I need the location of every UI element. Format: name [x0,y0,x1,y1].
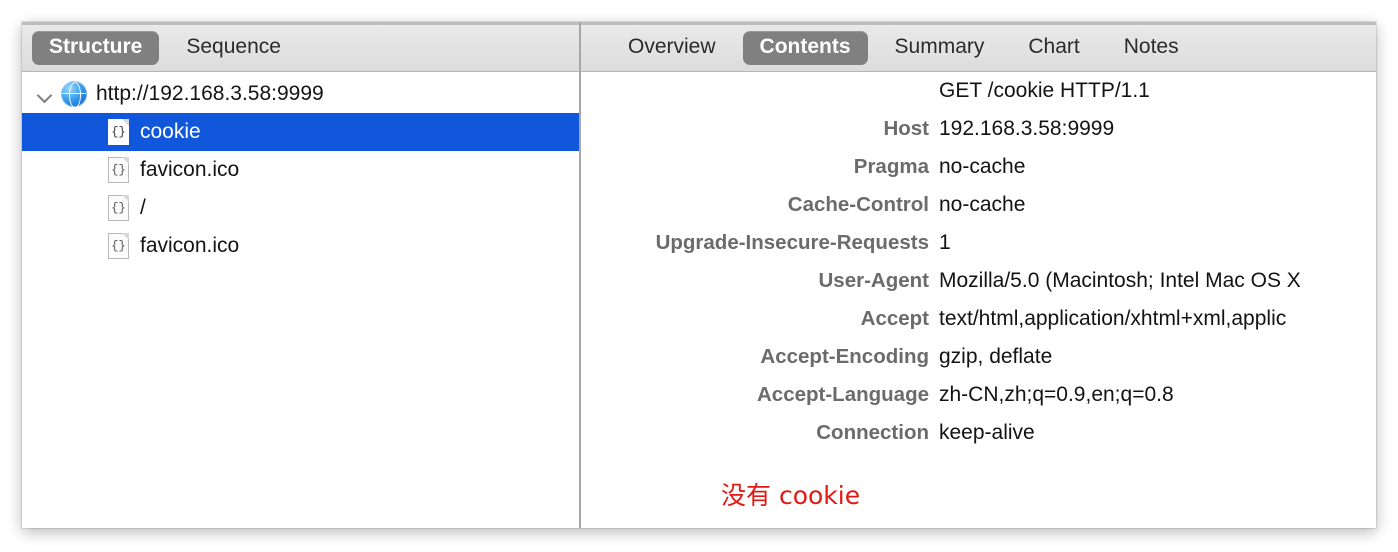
header-value: keep-alive [939,421,1035,445]
tree-item-root[interactable]: {} / [22,189,579,227]
tree-item-label: / [140,196,146,220]
json-document-icon: {} [108,157,129,183]
header-name: User-Agent [581,269,939,293]
tree-item-host[interactable]: http://192.168.3.58:9999 [22,75,579,113]
header-name: Pragma [581,155,939,179]
header-row-accept-encoding: Accept-Encoding gzip, deflate [581,338,1376,376]
header-value: zh-CN,zh;q=0.9,en;q=0.8 [939,383,1174,407]
header-value: Mozilla/5.0 (Macintosh; Intel Mac OS X [939,269,1301,293]
left-tab-bar: Structure Sequence [22,22,579,72]
header-name: Upgrade-Insecure-Requests [581,231,939,255]
header-value: 1 [939,231,951,255]
tab-summary[interactable]: Summary [878,31,1002,65]
chevron-down-icon[interactable] [35,83,57,105]
header-row-pragma: Pragma no-cache [581,148,1376,186]
request-tree: http://192.168.3.58:9999 {} cookie {} fa… [22,72,579,528]
header-row-upgrade-insecure-requests: Upgrade-Insecure-Requests 1 [581,224,1376,262]
tree-item-cookie[interactable]: {} cookie [22,113,579,151]
header-value: text/html,application/xhtml+xml,applic [939,307,1286,331]
header-name: Accept-Encoding [581,345,939,369]
right-tab-bar: Overview Contents Summary Chart Notes [581,22,1376,72]
header-value: gzip, deflate [939,345,1052,369]
tab-sequence[interactable]: Sequence [169,31,298,65]
tree-item-label: http://192.168.3.58:9999 [96,82,324,106]
header-row-host: Host 192.168.3.58:9999 [581,110,1376,148]
json-document-icon: {} [108,233,129,259]
header-name: Cache-Control [581,193,939,217]
tab-contents[interactable]: Contents [743,31,868,65]
header-name: Connection [581,421,939,445]
header-row-accept: Accept text/html,application/xhtml+xml,a… [581,300,1376,338]
right-pane: Overview Contents Summary Chart Notes GE… [581,22,1376,528]
tab-notes[interactable]: Notes [1107,31,1196,65]
header-value: no-cache [939,193,1025,217]
tab-structure[interactable]: Structure [32,31,159,65]
header-row-user-agent: User-Agent Mozilla/5.0 (Macintosh; Intel… [581,262,1376,300]
header-value: GET /cookie HTTP/1.1 [939,79,1150,103]
tree-item-label: cookie [140,120,201,144]
tree-item-label: favicon.ico [140,234,239,258]
header-row-accept-language: Accept-Language zh-CN,zh;q=0.9,en;q=0.8 [581,376,1376,414]
json-document-icon: {} [108,195,129,221]
tree-item-favicon-2[interactable]: {} favicon.ico [22,227,579,265]
globe-icon [61,81,87,107]
header-row-request-line: GET /cookie HTTP/1.1 [581,72,1376,110]
header-name: Accept-Language [581,383,939,407]
http-headers-list: GET /cookie HTTP/1.1 Host 192.168.3.58:9… [581,72,1376,528]
header-name: Accept [581,307,939,331]
tab-chart[interactable]: Chart [1011,31,1096,65]
header-row-cache-control: Cache-Control no-cache [581,186,1376,224]
annotation-no-cookie: 没有 cookie [721,476,860,512]
header-row-connection: Connection keep-alive [581,414,1376,452]
header-value: no-cache [939,155,1025,179]
left-pane: Structure Sequence http://192.168.3.58:9… [22,22,579,528]
json-document-icon: {} [108,119,129,145]
tree-item-favicon-1[interactable]: {} favicon.ico [22,151,579,189]
header-value: 192.168.3.58:9999 [939,117,1114,141]
tab-overview[interactable]: Overview [611,31,733,65]
header-name: Host [581,117,939,141]
tree-item-label: favicon.ico [140,158,239,182]
charles-proxy-window: Structure Sequence http://192.168.3.58:9… [22,22,1376,528]
